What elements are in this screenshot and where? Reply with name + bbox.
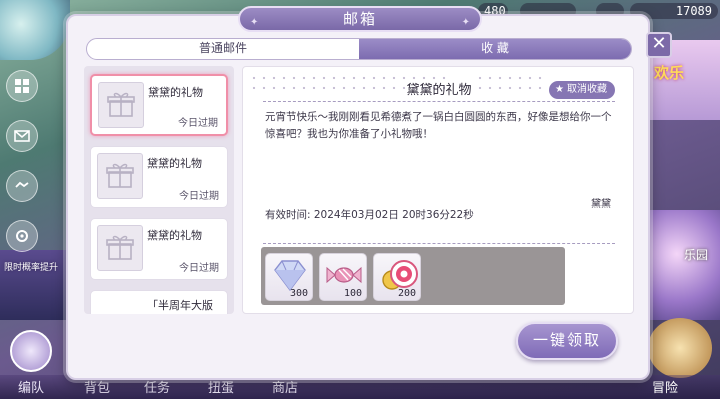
mail-expire: 今日过期 [179,263,219,274]
gear-icon [16,230,28,242]
attachment-qty: 200 [397,288,416,299]
attachment-item[interactable]: 100 [319,253,367,301]
formation-emblem[interactable] [10,330,52,372]
friends-button[interactable] [6,170,38,202]
mail-expire: 今日过期 [178,118,218,129]
dialog-title: 邮箱 [342,10,377,28]
attachment-item[interactable]: 300 [265,253,313,301]
paradise-label[interactable]: 乐园 [684,246,708,263]
mail-item[interactable]: 黛黛的礼物 今日过期 [90,218,228,280]
mail-button[interactable] [6,120,38,152]
tab-favorites[interactable]: 收 藏 [359,39,631,59]
mail-item[interactable]: 黛黛的礼物 今日过期 [90,146,228,208]
attachment-list: 300 100 200 [261,247,565,305]
character-portrait [0,0,70,60]
event-banner-text[interactable]: 欢乐 [654,62,684,83]
gift-box-icon [97,225,143,271]
mail-detail: 黛黛的礼物 ★ 取消收藏 元宵节快乐～我刚刚看见希德煮了一锅白白圆圆的东西，好像是… [242,66,634,314]
dialog-title-plate: ✦ 邮箱 ✦ [238,6,482,32]
divider [263,101,615,102]
gacha-banner-text[interactable]: 限时概率提升 [4,262,68,274]
mail-body: 元宵节快乐～我刚刚看见希德煮了一锅白白圆圆的东西，好像是想给你一个惊喜吧？我也为… [265,111,612,140]
attachment-qty: 100 [343,288,362,299]
attachment-qty: 300 [289,288,308,299]
gift-box-icon [98,82,144,128]
tab-normal-mail[interactable]: 普通邮件 [87,39,359,59]
adventure-emblem[interactable] [648,318,712,378]
grid-icon [15,79,29,93]
grid-menu-button[interactable] [6,70,38,102]
mail-title: 黛黛的礼物 [148,86,203,99]
mail-title: 黛黛的礼物 [147,157,202,170]
attachment-item[interactable]: 200 [373,253,421,301]
mail-list[interactable]: 黛黛的礼物 今日过期 黛黛的礼物 今日过期 黛黛的礼物 今日过期 「半周年大版 [84,66,234,314]
handshake-icon [15,181,29,188]
unfavorite-label: 取消收藏 [567,84,607,95]
settings-button[interactable] [6,220,38,252]
mail-sender: 黛黛 [591,199,611,210]
mail-title: 黛黛的礼物 [147,229,202,242]
gift-box-icon [97,153,143,199]
mail-item[interactable]: 黛黛的礼物 今日过期 [90,74,228,136]
candy-icon [326,266,362,284]
envelope-icon [14,130,30,142]
gacha-banner-art [0,250,72,320]
diamond-icon [274,260,306,292]
nav-adventure[interactable]: 冒险 [652,377,678,396]
validity-time: 有效时间: 2024年03月02日 20时36分22秒 [265,209,474,221]
star-icon: ★ [555,84,564,95]
unfavorite-button[interactable]: ★ 取消收藏 [549,81,615,99]
mail-title: 「半周年大版 [147,299,213,312]
divider [263,243,615,244]
sparkle-icon: ✦ [250,17,259,28]
mail-expire: 今日过期 [179,191,219,202]
sparkle-icon: ✦ [461,17,470,28]
mail-item[interactable]: 「半周年大版 [90,290,228,314]
paradise-art [648,210,720,320]
nav-formation[interactable]: 编队 [18,377,44,396]
close-icon: ✕ [651,33,667,54]
claim-all-button[interactable]: 一键领取 [516,322,618,360]
close-button[interactable]: ✕ [646,32,672,58]
mail-tabs: 普通邮件 收 藏 [86,38,632,60]
